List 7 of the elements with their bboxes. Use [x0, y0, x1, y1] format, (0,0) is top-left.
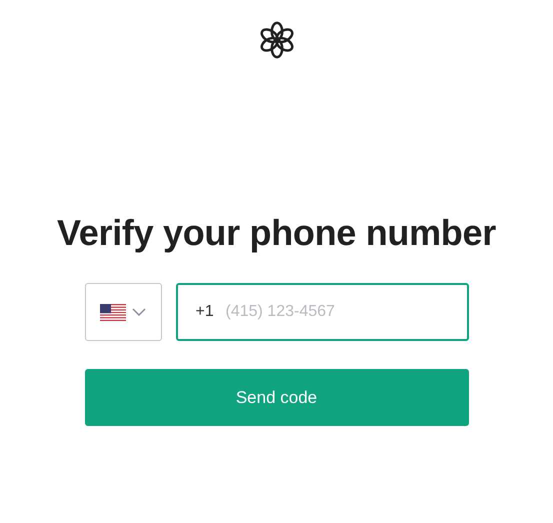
- flag-icon: [100, 304, 126, 320]
- knot-icon: [258, 21, 296, 59]
- send-code-button[interactable]: Send code: [84, 369, 468, 426]
- country-select[interactable]: [84, 283, 162, 341]
- page-title: Verify your phone number: [57, 212, 496, 254]
- chevron-icon: [132, 308, 146, 316]
- dial-code: +1: [196, 303, 214, 321]
